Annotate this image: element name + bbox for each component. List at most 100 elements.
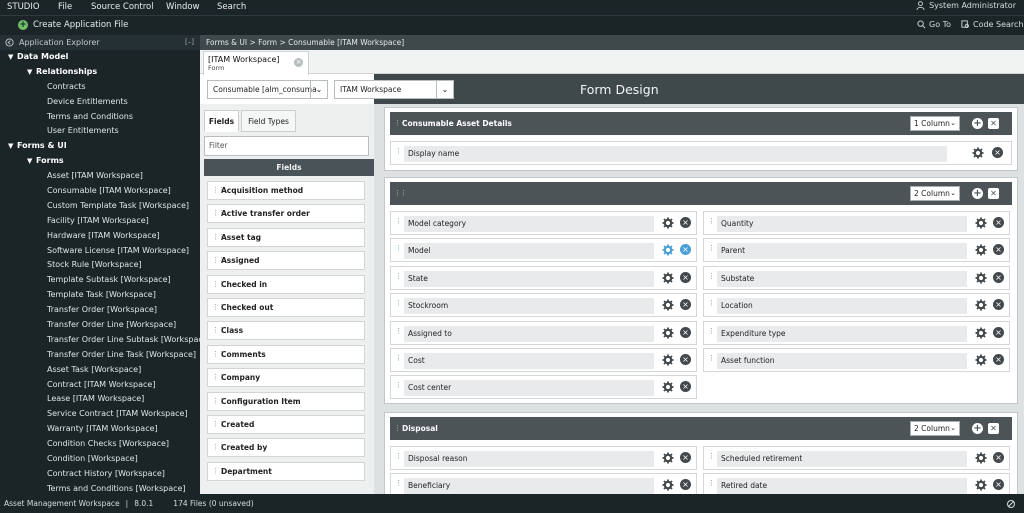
tree-item[interactable]: Hardware [ITAM Workspace] — [0, 229, 200, 244]
drag-handle-icon[interactable]: ⋮⋮ — [212, 299, 225, 316]
tree-item[interactable]: Stock Rule [Workspace] — [0, 258, 200, 273]
add-section-icon[interactable]: + — [972, 118, 983, 129]
delete-section-icon[interactable]: ✕ — [988, 423, 999, 434]
form-field[interactable]: ⋮⋮ Model category × — [390, 211, 697, 235]
column-layout-select[interactable]: 1 Column ⌄ — [910, 116, 960, 131]
tree-item[interactable]: User Entitlements — [0, 124, 200, 139]
field-item[interactable]: ⋮⋮ Active transfer order — [207, 204, 365, 224]
expand-triangle-icon[interactable]: ▼ — [27, 65, 36, 80]
delete-section-icon[interactable]: ✕ — [988, 188, 999, 199]
tree-item[interactable]: Template Subtask [Workspace] — [0, 273, 200, 288]
tree-item[interactable]: Lease [ITAM Workspace] — [0, 392, 200, 407]
user-menu[interactable]: System Administrator — [916, 1, 1016, 10]
remove-field-icon[interactable]: × — [680, 354, 691, 365]
form-field[interactable]: ⋮⋮ Location × — [703, 293, 1010, 318]
create-application-file-button[interactable]: + Create Application File — [18, 20, 128, 30]
tree-item[interactable]: Template Task [Workspace] — [0, 288, 200, 303]
delete-section-icon[interactable]: ✕ — [988, 118, 999, 129]
remove-field-icon[interactable]: × — [680, 217, 691, 228]
add-section-icon[interactable]: + — [972, 188, 983, 199]
gear-icon[interactable] — [662, 354, 674, 366]
form-field[interactable]: ⋮⋮ Retired date × — [703, 473, 1010, 494]
tree-item[interactable]: Asset [ITAM Workspace] — [0, 169, 200, 184]
drag-handle-icon[interactable]: ⋮⋮ — [212, 229, 225, 246]
remove-field-icon[interactable]: × — [993, 326, 1004, 338]
field-item[interactable]: ⋮⋮ Created — [207, 415, 365, 434]
tree-item[interactable]: ▼ Forms — [0, 154, 200, 169]
tree-item[interactable]: Transfer Order [Workspace] — [0, 303, 200, 318]
drag-handle-icon[interactable]: ⋮⋮ — [212, 252, 225, 269]
form-field[interactable]: ⋮⋮ Cost × — [390, 348, 697, 372]
close-tab-icon[interactable]: × — [294, 58, 303, 67]
gear-icon[interactable] — [975, 244, 987, 256]
tree-item[interactable]: Device Entitlements — [0, 95, 200, 110]
remove-field-icon[interactable]: × — [680, 271, 691, 283]
tree-item[interactable]: Transfer Order Line Subtask [Workspace] — [0, 333, 200, 348]
remove-field-icon[interactable]: × — [992, 147, 1003, 158]
section-header[interactable]: ⋮⋮ Disposal 2 Column ⌄ + ✕ — [390, 417, 1012, 440]
drag-handle-icon[interactable]: ⋮⋮ — [394, 182, 407, 205]
tree-item[interactable]: Contract [ITAM Workspace] — [0, 378, 200, 393]
form-field[interactable]: ⋮⋮ Model × — [390, 238, 697, 263]
form-field[interactable]: ⋮⋮ Disposal reason × — [390, 446, 697, 470]
drag-handle-icon[interactable]: ⋮⋮ — [212, 416, 225, 433]
tree-item[interactable]: Facility [ITAM Workspace] — [0, 214, 200, 229]
tree-item[interactable]: Service Contract [ITAM Workspace] — [0, 407, 200, 422]
tree-item[interactable]: Transfer Order Line Task [Workspace] — [0, 348, 200, 363]
tree-item[interactable]: ▼ Relationships — [0, 65, 200, 80]
field-item[interactable]: ⋮⋮ Department — [207, 461, 365, 481]
form-field[interactable]: ⋮⋮ Scheduled retirement × — [703, 446, 1010, 470]
drag-handle-icon[interactable]: ⋮⋮ — [212, 205, 225, 222]
gear-icon[interactable] — [662, 327, 674, 339]
menu-source-control[interactable]: Source Control — [91, 2, 154, 12]
tree-item[interactable]: Custom Template Task [Workspace] — [0, 199, 200, 214]
tab-itam-workspace[interactable]: [ITAM Workspace] Form × — [203, 51, 309, 75]
gear-icon[interactable] — [662, 244, 674, 256]
filter-input[interactable]: Filter — [204, 136, 369, 156]
remove-field-icon[interactable]: × — [993, 354, 1004, 365]
collapse-all-button[interactable]: [–] — [185, 38, 194, 46]
form-field[interactable]: ⋮⋮ State × — [390, 265, 697, 290]
tree-item[interactable]: Contracts — [0, 80, 200, 95]
gear-icon[interactable] — [662, 452, 674, 464]
form-field[interactable]: ⋮⋮ Parent × — [703, 238, 1010, 263]
sync-icon[interactable] — [1006, 499, 1016, 509]
drag-handle-icon[interactable]: ⋮⋮ — [212, 182, 225, 199]
form-field[interactable]: ⋮⋮ Asset function × — [703, 348, 1010, 372]
tree-item[interactable]: Warranty [ITAM Workspace] — [0, 422, 200, 437]
column-layout-select[interactable]: 2 Column ⌄ — [910, 186, 960, 201]
remove-field-icon[interactable]: × — [993, 479, 1004, 491]
code-search-button[interactable]: Code Search — [961, 20, 1024, 29]
menu-search[interactable]: Search — [217, 2, 246, 12]
form-field[interactable]: ⋮⋮ Beneficiary × — [390, 473, 697, 494]
back-icon[interactable] — [5, 38, 14, 47]
field-item[interactable]: ⋮⋮ Company — [207, 368, 365, 388]
field-item[interactable]: ⋮⋮ Asset tag — [207, 227, 365, 247]
remove-field-icon[interactable]: × — [993, 244, 1004, 256]
expand-triangle-icon[interactable]: ▼ — [8, 139, 17, 154]
form-field[interactable]: ⋮⋮ Assigned to × — [390, 320, 697, 345]
tree-item[interactable]: Condition Checks [Workspace] — [0, 437, 200, 452]
field-item[interactable]: ⋮⋮ Assigned — [207, 251, 365, 271]
field-item[interactable]: ⋮⋮ Created by — [207, 438, 365, 458]
expand-triangle-icon[interactable]: ▼ — [27, 154, 36, 169]
tree-item[interactable]: Contract History [Workspace] — [0, 467, 200, 482]
tab-field-types[interactable]: Field Types — [241, 110, 296, 132]
form-field[interactable]: ⋮⋮ Display name × — [390, 141, 1012, 165]
remove-field-icon[interactable]: × — [993, 271, 1004, 283]
gear-icon[interactable] — [975, 272, 987, 284]
field-item[interactable]: ⋮⋮ Checked out — [207, 298, 365, 317]
view-select[interactable]: ITAM Workspace ⌄ — [334, 80, 454, 99]
remove-field-icon[interactable]: × — [993, 452, 1004, 463]
drag-handle-icon[interactable]: ⋮⋮ — [212, 276, 225, 293]
menu-file[interactable]: File — [58, 2, 72, 12]
tree-item[interactable]: Terms and Conditions — [0, 110, 200, 125]
add-section-icon[interactable]: + — [972, 423, 983, 434]
menu-studio[interactable]: STUDIO — [7, 2, 40, 12]
field-item[interactable]: ⋮⋮ Checked in — [207, 274, 365, 294]
tree-item[interactable]: Software License [ITAM Workspace] — [0, 244, 200, 259]
gear-icon[interactable] — [662, 299, 674, 311]
tree-item[interactable]: Consumable [ITAM Workspace] — [0, 184, 200, 199]
tree-item[interactable]: Condition [Workspace] — [0, 452, 200, 467]
remove-field-icon[interactable]: × — [680, 244, 691, 256]
